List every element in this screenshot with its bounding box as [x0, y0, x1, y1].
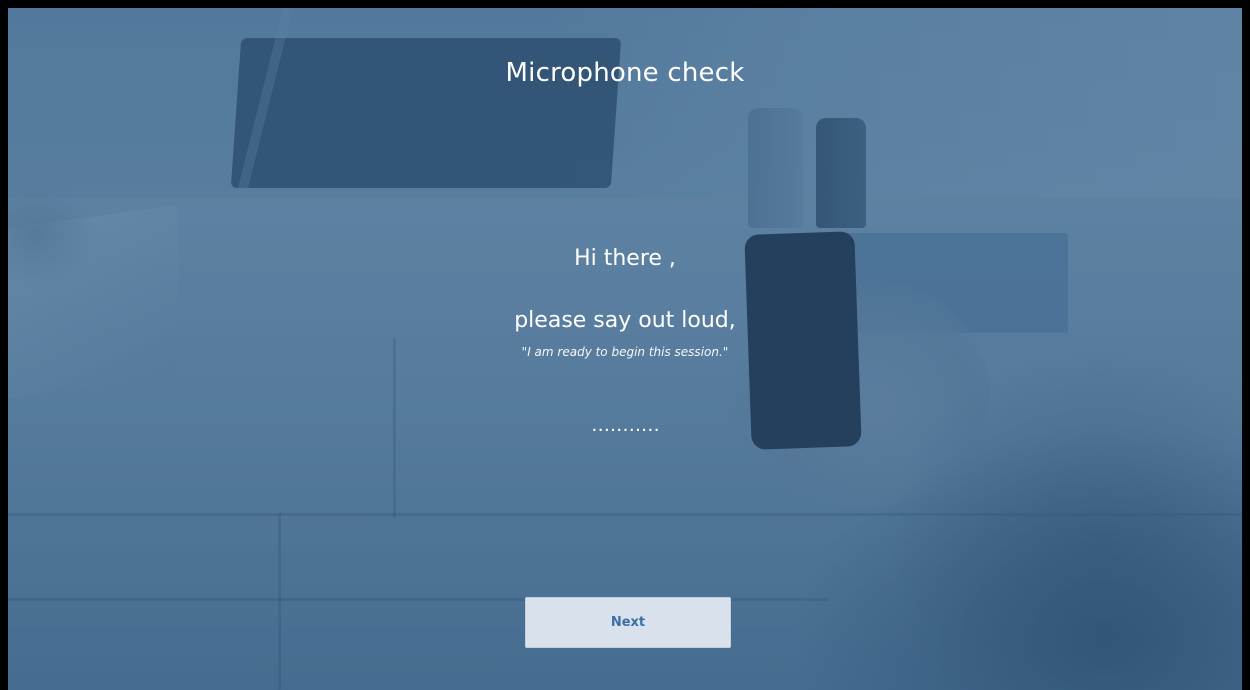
greeting-text: Hi there , — [574, 246, 676, 271]
next-button[interactable]: Next — [525, 597, 731, 648]
window-frame: Microphone check Hi there , please say o… — [0, 0, 1250, 690]
phrase-to-say: "I am ready to begin this session." — [521, 345, 729, 359]
listening-indicator: ........... — [590, 420, 660, 434]
microphone-check-screen: Microphone check Hi there , please say o… — [8, 8, 1242, 690]
page-title: Microphone check — [505, 58, 745, 88]
instruction-text: please say out loud, — [514, 308, 736, 333]
